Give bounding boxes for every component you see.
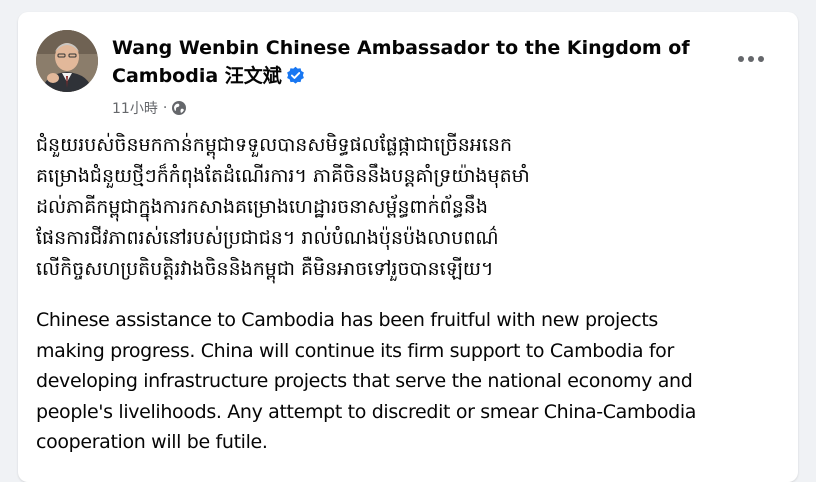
- author-name-heading: Wang Wenbin Chinese Ambassador to the Ki…: [112, 34, 722, 93]
- verified-badge-icon: [286, 65, 305, 93]
- post-meta: 11小時 ·: [112, 98, 187, 118]
- avatar[interactable]: [36, 30, 98, 92]
- meta-separator: ·: [162, 100, 168, 116]
- more-options-icon-dot: [748, 56, 754, 62]
- author-name-link[interactable]: Wang Wenbin Chinese Ambassador to the Ki…: [112, 37, 690, 87]
- more-options-button[interactable]: [732, 42, 770, 76]
- post-text-english: Chinese assistance to Cambodia has been …: [36, 309, 697, 453]
- more-options-icon: [738, 56, 744, 62]
- globe-icon[interactable]: [171, 100, 187, 116]
- profile-photo: [36, 30, 98, 92]
- post-card: Wang Wenbin Chinese Ambassador to the Ki…: [18, 12, 798, 482]
- more-options-icon-dot: [758, 56, 764, 62]
- post-text-khmer: ជំនួយរបស់ចិនមកកាន់កម្ពុជាទទួលបានសមិទ្ធផល…: [36, 134, 530, 280]
- post-timestamp[interactable]: 11小時: [112, 98, 158, 118]
